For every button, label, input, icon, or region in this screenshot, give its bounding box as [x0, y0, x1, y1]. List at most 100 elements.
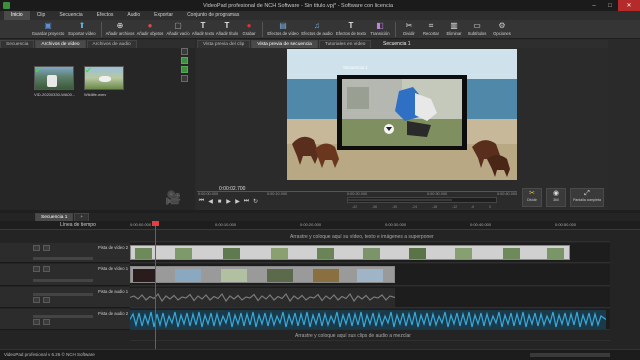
minimize-icon[interactable]: – — [586, 0, 602, 11]
save-project-button[interactable]: ▣ Guardar proyecto — [30, 20, 66, 39]
add-sequence-tab[interactable]: + — [74, 213, 90, 221]
add-files-icon: ⊕ — [116, 21, 124, 30]
playhead[interactable] — [152, 221, 159, 349]
step-back-icon[interactable]: ◀ — [206, 197, 215, 206]
close-icon[interactable]: ✕ — [618, 0, 640, 11]
track-volume-slider[interactable] — [33, 293, 93, 296]
tab-audio-files[interactable]: Archivos de audio — [86, 40, 137, 48]
menu-clip[interactable]: Clip — [30, 11, 53, 20]
track-opacity-slider[interactable] — [33, 257, 93, 260]
audio-clip[interactable] — [130, 288, 395, 307]
video-track-2-hint: Arrastre y coloque aquí su vídeo, texto … — [290, 234, 434, 240]
track-mute-icon[interactable] — [33, 297, 40, 303]
vr360-button[interactable]: ◉ 360 — [546, 188, 566, 207]
menu-exportar[interactable]: Exportar — [147, 11, 180, 20]
split-preview-label: Dividir — [527, 198, 537, 202]
video-clip[interactable] — [130, 266, 395, 283]
menu-inicio[interactable]: Inicio — [4, 11, 30, 20]
clip-frame — [313, 269, 339, 282]
delete-button[interactable]: ▥ Eliminar — [443, 20, 465, 39]
tab-sequence-1[interactable]: Secuencia 1 — [35, 213, 74, 221]
split-label: Dividir — [403, 31, 415, 36]
add-title-button[interactable]: T Añadir título — [215, 20, 239, 39]
menu-audio[interactable]: Audio — [120, 11, 147, 20]
track-visibility-icon[interactable] — [33, 245, 40, 251]
track-visibility-icon[interactable] — [33, 266, 40, 272]
tab-video-files[interactable]: Archivos de vídeo — [35, 40, 86, 48]
record-button[interactable]: ● Grabar — [239, 20, 259, 39]
step-forward-icon[interactable]: ▶ — [233, 197, 242, 206]
loop-icon[interactable]: ↻ — [251, 197, 260, 206]
track-lock-icon[interactable] — [43, 319, 50, 325]
menu-efectos[interactable]: Efectos — [90, 11, 121, 20]
add-blank-button[interactable]: ▢ Añadir vacío — [165, 20, 191, 39]
volume-meter — [347, 197, 497, 203]
play-icon[interactable]: ▶ — [224, 197, 233, 206]
split-preview-button[interactable]: ✂ Dividir — [522, 188, 542, 207]
disk-icon: ▣ — [44, 21, 52, 30]
vr-icon: ◉ — [552, 190, 560, 197]
menu-conjunto-de-programas[interactable]: Conjunto de programas — [180, 11, 246, 20]
audio-drop-zone[interactable]: Arrastre y coloque aquí sus clips de aud… — [130, 331, 610, 341]
timeline-panel: Secuencia 1 + Línea de tiempo 0:00:00.00… — [0, 213, 640, 349]
tab-sequence[interactable]: Secuencia — [0, 40, 35, 48]
add-text-button[interactable]: T Añadir texto — [191, 20, 215, 39]
ruler-tick: 0:00:30.000 — [385, 222, 407, 227]
audio-track-1-header: Pista de audio 1 — [0, 287, 130, 308]
text-effects-button[interactable]: T Efectos de texto — [334, 20, 368, 39]
goto-end-icon[interactable]: ⏭ — [242, 197, 251, 206]
video-clip[interactable] — [130, 245, 570, 260]
transition-button[interactable]: ◧ Transición — [368, 20, 392, 39]
media-thumbnail: ✔ — [34, 66, 74, 90]
clip-frame — [547, 248, 564, 259]
media-thumbnail: ✔ — [84, 66, 124, 90]
tab-clip-preview[interactable]: Vista previa del clip — [197, 40, 251, 48]
add-icon[interactable] — [181, 48, 188, 55]
media-item[interactable]: ✔ Wildlife.wmv — [84, 66, 128, 97]
track-lock-icon[interactable] — [43, 245, 50, 251]
video-track-1: Pista de vídeo 1 — [0, 264, 610, 286]
list-icon[interactable] — [181, 75, 188, 82]
delete-label: Eliminar — [446, 31, 462, 36]
track-mute-icon[interactable] — [33, 319, 40, 325]
menu-secuencia[interactable]: Secuencia — [52, 11, 89, 20]
maximize-icon[interactable]: □ — [602, 0, 618, 11]
track-opacity-slider[interactable] — [33, 279, 93, 282]
add-objects-button[interactable]: ● Añadir objetos — [135, 20, 165, 39]
preview-video[interactable]: Secuencia 1 — [287, 49, 517, 180]
record-label: Grabar — [242, 31, 256, 36]
add-files-button[interactable]: ⊕ Añadir archivos — [105, 20, 135, 39]
stop-icon[interactable]: ■ — [215, 197, 224, 206]
export-video-button[interactable]: ⬆ Exportar vídeo — [66, 20, 98, 39]
track-lock-icon[interactable] — [43, 297, 50, 303]
track-volume-slider[interactable] — [33, 315, 93, 318]
options-button[interactable]: ⚙ Opciones — [489, 20, 515, 39]
split-button[interactable]: ✂ Dividir — [399, 20, 419, 39]
status-text: VideoPad profesional v 6.26 © NCH Softwa… — [4, 352, 95, 357]
fullscreen-button[interactable]: ⤢ Pantalla completa — [570, 188, 604, 207]
zoom-slider[interactable] — [530, 353, 610, 357]
media-item[interactable]: ✔ VID-20200330-WA00... — [34, 66, 78, 97]
subtitles-button[interactable]: ▭ Subtítulos — [465, 20, 489, 39]
fullscreen-label: Pantalla completa — [573, 198, 601, 202]
audio-effects-button[interactable]: ♫ Efectos de audio — [300, 20, 334, 39]
track-lock-icon[interactable] — [43, 266, 50, 272]
goto-start-icon[interactable]: ⏮ — [197, 197, 206, 206]
grid-icon[interactable] — [181, 66, 188, 73]
clip-frame — [135, 248, 152, 259]
audio-clip[interactable] — [130, 310, 606, 329]
clip-frame — [271, 248, 288, 259]
crop-button[interactable]: ⌗ Recortar — [419, 20, 443, 39]
tab-sequence-preview[interactable]: Vista previa de secuencia — [251, 40, 318, 48]
clip-frame — [317, 248, 334, 259]
tab-video-tutorials[interactable]: Tutoriales en vídeo — [318, 40, 372, 48]
video-effects-button[interactable]: ▤ Efectos de vídeo — [266, 20, 300, 39]
video-effects-label: Efectos de vídeo — [267, 31, 299, 36]
transition-icon: ◧ — [376, 21, 384, 30]
audio-waveform — [130, 311, 606, 329]
timeline-ruler[interactable]: Línea de tiempo 0:00:00.000 0:00:10.000 … — [0, 221, 640, 230]
clip-frame — [223, 248, 240, 259]
clip-frame — [357, 269, 383, 282]
video-track-2-drop-zone[interactable]: Arrastre y coloque aquí su vídeo, texto … — [130, 232, 610, 242]
remove-icon[interactable] — [181, 57, 188, 64]
